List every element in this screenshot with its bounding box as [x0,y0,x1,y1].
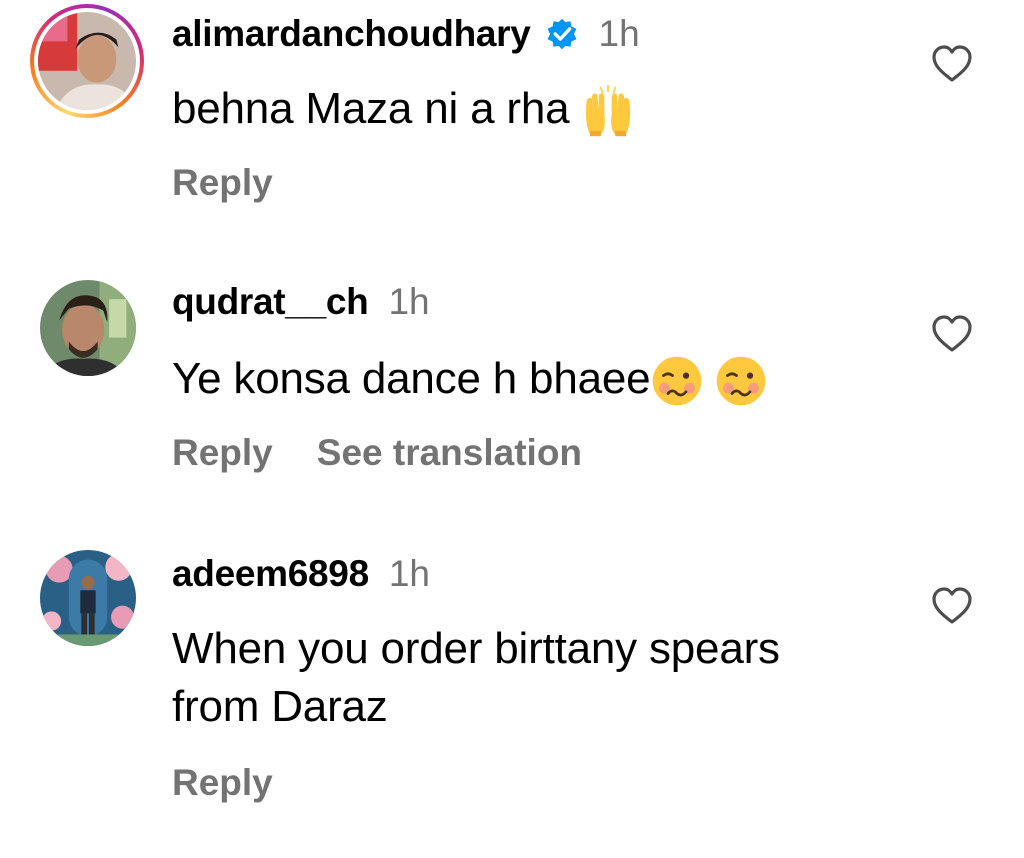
avatar-photo-icon [38,12,136,110]
avatar-photo-icon [40,280,136,376]
comment-text-line: from Daraz [172,682,388,731]
avatar[interactable] [40,550,136,646]
comment-text-line: When you order birttany spears [172,624,780,673]
raising-hands-emoji [586,85,631,137]
avatar-photo-icon [40,550,136,646]
timestamp: 1h [598,13,640,54]
verified-badge-icon [547,18,576,50]
heart-outline-icon[interactable] [930,44,974,84]
reply-button[interactable]: Reply [172,162,273,204]
username[interactable]: alimardanchoudhary [172,13,531,55]
comment-3: adeem6898 1h When you order birttany spe… [0,546,1024,846]
avatar [38,12,136,110]
comment-text-content: behna Maza ni a rha [172,84,582,133]
comment-text: behna Maza ni a rha [172,80,912,138]
username[interactable]: adeem6898 [172,553,369,595]
heart-outline-icon[interactable] [930,314,974,354]
reply-button[interactable]: Reply [172,762,273,804]
woozy-face-emoji [717,357,766,406]
woozy-face-emoji [653,357,702,406]
comment-text-content: Ye konsa dance h bhaee [172,354,651,403]
comment-2: qudrat__ch 1h Ye konsa dance h bhaee Rep… [0,270,1024,520]
timestamp: 1h [388,281,430,322]
comment-1: alimardanchoudhary 1h behna Maza ni a rh… [0,0,1024,250]
avatar[interactable] [40,280,136,376]
comment-text: When you order birttany spears from Dara… [172,620,912,736]
avatar-story-ring[interactable] [30,4,144,118]
reply-button[interactable]: Reply [172,432,273,474]
comment-text: Ye konsa dance h bhaee [172,350,912,408]
heart-outline-icon[interactable] [930,586,974,626]
username[interactable]: qudrat__ch [172,281,369,323]
see-translation-button[interactable]: See translation [317,432,582,474]
timestamp: 1h [388,553,430,594]
